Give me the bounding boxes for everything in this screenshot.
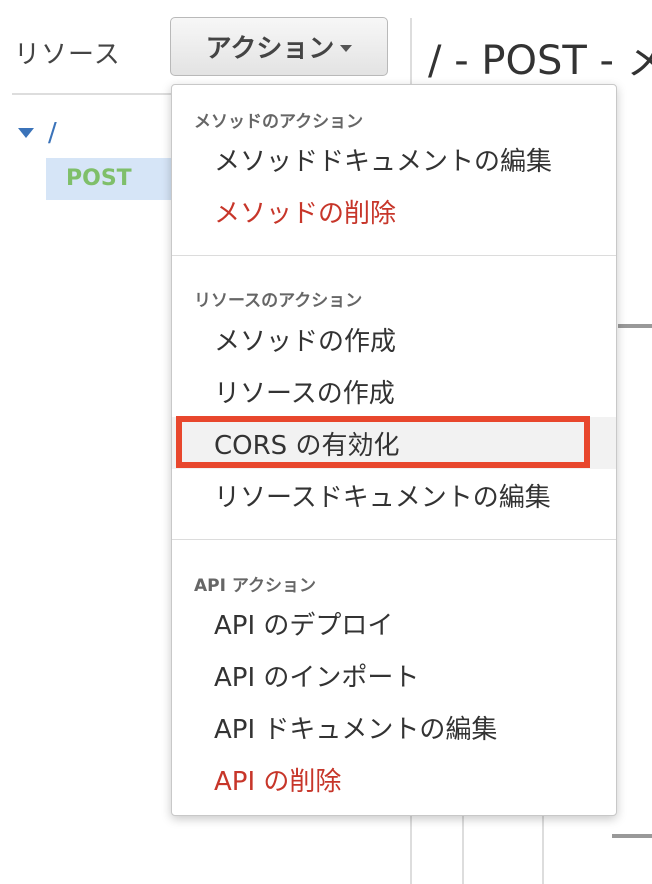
menu-item-edit-resource-documentation[interactable]: リソースドキュメントの編集 [214, 477, 551, 514]
section-header-method-actions: メソッドのアクション [194, 112, 364, 132]
section-header-resource-actions: リソースのアクション [194, 291, 363, 311]
resources-title: リソース [14, 40, 121, 70]
resource-root-label[interactable]: / [48, 118, 57, 148]
flow-line [542, 810, 544, 884]
resource-tree-root[interactable]: / [18, 118, 57, 148]
menu-item-deploy-api[interactable]: API のデプロイ [214, 605, 393, 642]
menu-divider [172, 255, 616, 256]
menu-item-enable-cors[interactable]: CORS の有効化 [214, 425, 399, 462]
expand-triangle-icon[interactable] [18, 128, 34, 138]
actions-dropdown-menu: メソッドのアクション メソッドドキュメントの編集 メソッドの削除 リソースのアク… [171, 84, 617, 816]
menu-item-create-method[interactable]: メソッドの作成 [214, 321, 396, 358]
actions-button-label: アクション [205, 34, 335, 64]
flow-line [462, 810, 464, 884]
menu-item-import-api[interactable]: API のインポート [214, 657, 419, 694]
caret-down-icon [340, 45, 353, 52]
menu-divider [172, 539, 616, 540]
section-header-api-actions: API アクション [194, 576, 317, 596]
method-post-label: POST [66, 166, 132, 191]
menu-item-delete-method[interactable]: メソッドの削除 [214, 193, 396, 230]
actions-dropdown-button[interactable]: アクション [170, 17, 388, 76]
arrow-left-icon [612, 834, 652, 838]
arrow-right-icon [618, 324, 652, 328]
method-title: / - POST - メ [428, 38, 652, 84]
menu-item-delete-api[interactable]: API の削除 [214, 761, 341, 798]
menu-item-edit-method-documentation[interactable]: メソッドドキュメントの編集 [214, 141, 552, 178]
menu-item-edit-api-documentation[interactable]: API ドキュメントの編集 [214, 709, 497, 746]
menu-item-create-resource[interactable]: リソースの作成 [214, 373, 395, 410]
